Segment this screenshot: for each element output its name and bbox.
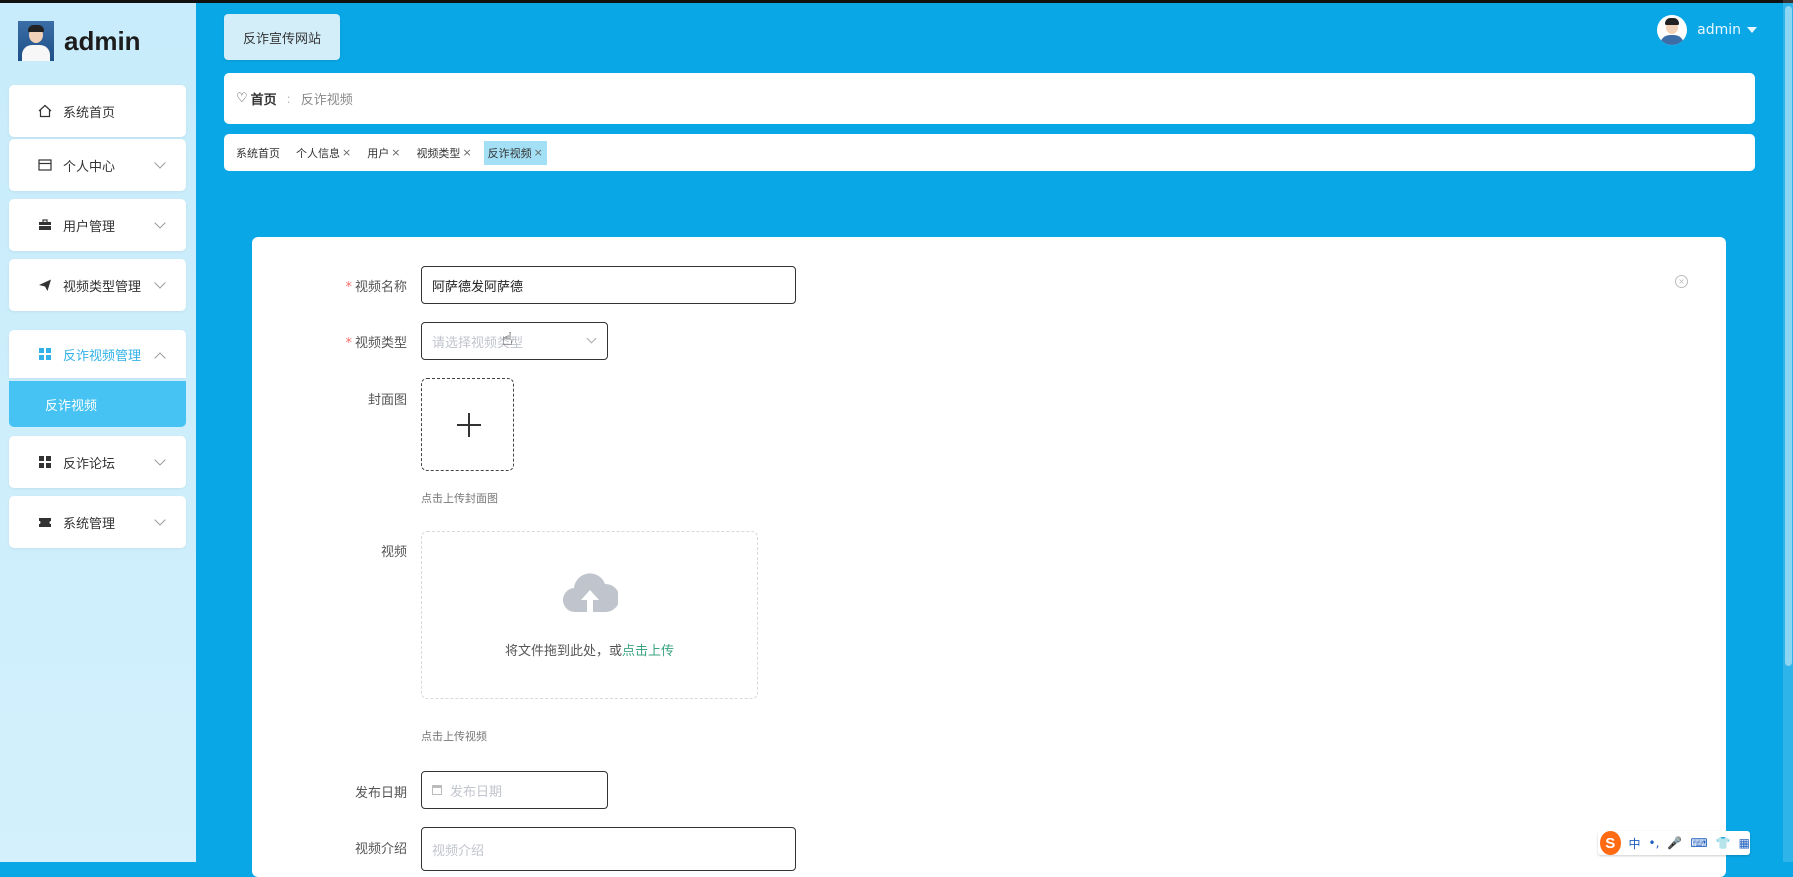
- tag-label: 个人信息: [296, 146, 340, 160]
- keyboard-icon[interactable]: ⌨: [1690, 836, 1707, 850]
- chevron-up-icon: [154, 352, 166, 364]
- chevron-down-icon: [586, 333, 597, 344]
- sogou-logo-icon[interactable]: S: [1600, 831, 1621, 855]
- brand-avatar: [18, 21, 54, 61]
- video-intro-placeholder: 视频介绍: [432, 843, 485, 859]
- toolbox-icon[interactable]: ▦: [1739, 836, 1750, 850]
- cover-hint: 点击上传封面图: [421, 492, 498, 505]
- click-upload-link[interactable]: 点击上传: [622, 644, 674, 659]
- sidebar-item-anti-fraud-forum[interactable]: 反诈论坛: [9, 436, 186, 488]
- home-icon: [37, 103, 53, 119]
- tag-label: 用户: [367, 146, 390, 160]
- tag-user[interactable]: 用户 ×: [363, 141, 404, 165]
- heart-icon: ♡: [236, 91, 248, 106]
- tags-view: 系统首页 个人信息 × 用户 × 视频类型 × 反诈视频 ×: [224, 134, 1755, 171]
- breadcrumb-home[interactable]: 首页: [251, 89, 277, 108]
- scrollbar-thumb[interactable]: [1785, 6, 1792, 666]
- video-hint: 点击上传视频: [421, 730, 487, 743]
- tag-anti-fraud-video[interactable]: 反诈视频 ×: [483, 140, 547, 165]
- tag-label: 反诈视频: [487, 146, 532, 160]
- tag-label: 视频类型: [416, 146, 461, 160]
- tag-video-type[interactable]: 视频类型 ×: [412, 141, 475, 165]
- ticket-icon: [37, 514, 53, 530]
- anti-fraud-website-button[interactable]: 反诈宣传网站: [224, 14, 340, 60]
- cover-upload-button[interactable]: [421, 378, 514, 471]
- breadcrumb-current: 反诈视频: [300, 93, 353, 108]
- video-type-label: * 视频类型: [345, 336, 407, 351]
- sidebar-item-video-type-management[interactable]: 视频类型管理: [9, 259, 186, 311]
- card-icon: [37, 157, 53, 173]
- hand-cursor-icon: ☝: [502, 329, 513, 350]
- video-type-select[interactable]: 请选择视频类型: [421, 322, 608, 360]
- briefcase-icon: [37, 217, 53, 233]
- video-intro-textarea[interactable]: 视频介绍: [421, 827, 796, 871]
- chevron-down-icon: [154, 217, 166, 229]
- publish-date-label: 发布日期: [354, 786, 407, 801]
- skin-icon[interactable]: 👕: [1716, 836, 1731, 850]
- video-intro-label: 视频介绍: [354, 842, 407, 857]
- video-name-label: * 视频名称: [345, 280, 407, 295]
- breadcrumb-separator: :: [286, 91, 291, 106]
- window-top-edge: [0, 0, 1793, 3]
- close-icon[interactable]: ×: [462, 146, 471, 159]
- sidebar-item-user-management[interactable]: 用户管理: [9, 199, 186, 251]
- brand-name: admin: [64, 25, 141, 56]
- sidebar-item-label: 视频类型管理: [63, 279, 142, 295]
- close-circle-icon[interactable]: ×: [1675, 275, 1688, 288]
- sidebar: admin 系统首页 个人中心 用户管理 视频类型管理 反诈视频管理 反诈视频 …: [0, 3, 196, 862]
- tag-system-home[interactable]: 系统首页: [232, 141, 284, 165]
- sidebar-item-label: 系统管理: [63, 516, 116, 532]
- chevron-down-icon: [154, 454, 166, 466]
- video-upload-dropzone[interactable]: 将文件拖到此处，或点击上传: [421, 531, 758, 699]
- sidebar-subitem-anti-fraud-video[interactable]: 反诈视频: [9, 381, 186, 427]
- tag-personal-info[interactable]: 个人信息 ×: [292, 141, 355, 165]
- user-name: admin: [1697, 22, 1741, 38]
- breadcrumb: ♡ 首页 : 反诈视频: [224, 73, 1755, 124]
- video-name-value: 阿萨德发阿萨德: [432, 279, 524, 295]
- upload-instructions: 将文件拖到此处，或点击上传: [504, 644, 675, 659]
- tag-label: 系统首页: [236, 146, 280, 160]
- sidebar-item-label: 用户管理: [63, 219, 116, 235]
- punctuation-icon[interactable]: •,: [1649, 836, 1660, 850]
- caret-down-icon: [1747, 27, 1757, 33]
- ime-mode-toggle[interactable]: 中: [1629, 835, 1641, 852]
- sidebar-item-label: 个人中心: [63, 159, 116, 175]
- microphone-icon[interactable]: 🎤: [1667, 836, 1682, 850]
- sidebar-item-anti-fraud-video-management[interactable]: 反诈视频管理: [9, 330, 186, 378]
- sidebar-item-label: 反诈视频管理: [63, 348, 142, 364]
- calendar-icon: [432, 785, 442, 795]
- grid-icon: [37, 454, 53, 470]
- avatar: [1657, 15, 1688, 45]
- close-icon[interactable]: ×: [342, 146, 351, 159]
- publish-date-picker[interactable]: 发布日期: [421, 771, 608, 809]
- chevron-down-icon: [154, 157, 166, 169]
- user-menu[interactable]: admin: [1657, 14, 1757, 46]
- grid-icon: [37, 346, 53, 362]
- sidebar-item-system-management[interactable]: 系统管理: [9, 496, 186, 548]
- sidebar-item-personal-center[interactable]: 个人中心: [9, 139, 186, 191]
- video-name-input[interactable]: 阿萨德发阿萨德: [421, 266, 796, 304]
- ime-toolbar: S 中 •, 🎤 ⌨ 👕 ▦: [1598, 831, 1750, 855]
- close-icon[interactable]: ×: [391, 146, 400, 159]
- chevron-down-icon: [154, 514, 166, 526]
- chevron-down-icon: [154, 277, 166, 289]
- publish-date-placeholder: 发布日期: [450, 784, 503, 800]
- video-form-panel: × * 视频名称 阿萨德发阿萨德 * 视频类型 请选择视频类型 封面图 点击上传封面…: [252, 237, 1726, 877]
- cover-label: 封面图: [367, 393, 407, 408]
- sidebar-item-label: 反诈论坛: [63, 456, 116, 472]
- cloud-upload-icon: [563, 573, 618, 613]
- send-icon: [37, 277, 53, 293]
- brand: admin: [18, 21, 141, 61]
- page-scrollbar[interactable]: [1783, 0, 1793, 862]
- close-icon[interactable]: ×: [534, 146, 543, 159]
- video-label: 视频: [380, 545, 407, 560]
- sidebar-item-home[interactable]: 系统首页: [9, 85, 186, 137]
- sidebar-item-label: 系统首页: [63, 105, 116, 121]
